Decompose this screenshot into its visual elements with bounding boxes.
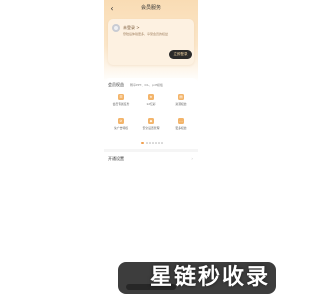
rights-item-security[interactable]: ◆ 安全设置管理 <box>136 118 166 138</box>
chevron-right-icon: › <box>191 156 193 161</box>
phone-screen: ‹ 会员服务 未登录 > 登陆后体验更多，享受会员的权益 立即登录 会员权益 畅… <box>104 0 198 300</box>
section-divider <box>104 149 198 152</box>
rights-item-no-ads[interactable]: ⊘ 免广告特权 <box>106 118 136 138</box>
resource-icon: ▤ <box>178 94 184 100</box>
rights-title: 会员权益 <box>108 82 124 87</box>
rights-item-label: 安全设置管理 <box>142 126 160 130</box>
pager-dot[interactable] <box>161 142 163 144</box>
no-ads-icon: ⊘ <box>118 118 124 124</box>
rights-item-label: 更多权益 <box>175 126 187 130</box>
security-icon: ◆ <box>148 118 154 124</box>
more-icon: … <box>178 118 184 124</box>
rights-item-task[interactable]: ☰ 会员专属任务 <box>106 94 136 114</box>
rights-item-lottery[interactable]: ★ 12亿彩 <box>136 94 166 114</box>
avatar[interactable] <box>112 24 120 32</box>
lottery-icon: ★ <box>148 94 154 100</box>
pager-dot[interactable] <box>158 142 160 144</box>
pager-dot[interactable] <box>152 142 154 144</box>
pager-dot[interactable] <box>149 142 151 144</box>
page-title: 会员服务 <box>140 5 161 11</box>
pager-dot[interactable] <box>141 142 144 144</box>
task-icon: ☰ <box>118 94 124 100</box>
pager-dot[interactable] <box>155 142 157 144</box>
rights-item-label: 12亿彩 <box>146 102 156 106</box>
login-status[interactable]: 未登录 > <box>123 25 140 30</box>
watermark-text: 星链秒收录 <box>150 265 271 290</box>
nav-bar: ‹ 会员服务 <box>104 3 198 15</box>
rights-header: 会员权益 畅享PPT、ICL、pdf模板 <box>108 82 194 88</box>
rights-item-label: 资源权益 <box>175 102 187 106</box>
rights-item-label: 免广告特权 <box>114 126 128 130</box>
rights-item-more[interactable]: … 更多权益 <box>166 118 196 138</box>
pager-dot[interactable] <box>146 142 148 144</box>
settings-label: 开通设置 <box>108 156 124 161</box>
rights-subtitle: 畅享PPT、ICL、pdf模板 <box>130 82 163 87</box>
user-card: 未登录 > 登陆后体验更多，享受会员的权益 立即登录 <box>108 19 194 65</box>
rights-item-resource[interactable]: ▤ 资源权益 <box>166 94 196 114</box>
rights-grid: ☰ 会员专属任务 ★ 12亿彩 ▤ 资源权益 ⊘ 免广告特权 ◆ 安全设置管理 … <box>106 94 196 140</box>
settings-row[interactable]: 开通设置 › <box>104 154 198 164</box>
login-hint: 登陆后体验更多，享受会员的权益 <box>123 32 169 36</box>
login-button[interactable]: 立即登录 <box>169 50 192 59</box>
rights-item-label: 会员专属任务 <box>112 102 130 106</box>
